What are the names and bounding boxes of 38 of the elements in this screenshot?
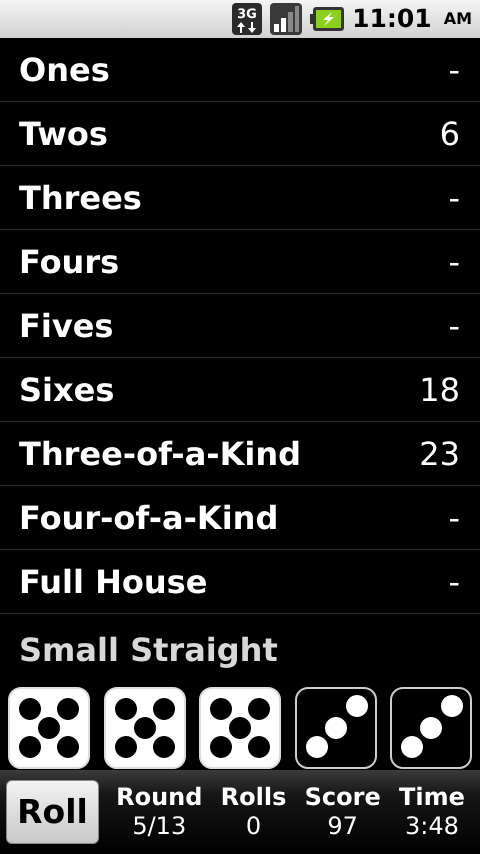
die[interactable]: [199, 686, 281, 768]
network-icon: 3G: [232, 3, 262, 35]
category-score: -: [448, 178, 460, 218]
category-score: 23: [419, 434, 460, 474]
roll-button[interactable]: Roll: [6, 780, 99, 844]
die[interactable]: [104, 686, 186, 768]
category-score: -: [448, 498, 460, 538]
stat-label: Time: [398, 783, 465, 812]
category-name[interactable]: Full House: [19, 558, 208, 606]
category-score: -: [448, 306, 460, 346]
battery-icon: [310, 7, 344, 31]
category-name[interactable]: Four-of-a-Kind: [19, 494, 278, 542]
die[interactable]: [390, 686, 472, 768]
category-score: 18: [419, 370, 460, 410]
stat-value: 5/13: [132, 812, 186, 841]
category-name[interactable]: Fives: [19, 302, 114, 350]
stat-value: 97: [327, 812, 358, 841]
category-score: -: [448, 50, 460, 90]
category-name[interactable]: Small Straight: [19, 634, 278, 666]
die[interactable]: [294, 686, 376, 768]
status-time: 11:01: [352, 3, 432, 36]
stat-value: 3:48: [404, 812, 459, 841]
category-name[interactable]: Ones: [19, 46, 110, 94]
category-name[interactable]: Threes: [19, 174, 142, 222]
signal-icon: [270, 3, 302, 35]
stat-value: 0: [246, 812, 262, 841]
category-name[interactable]: Sixes: [19, 366, 114, 414]
category-name[interactable]: Three-of-a-Kind: [19, 430, 302, 478]
stat-label: Round: [116, 783, 202, 812]
die[interactable]: [8, 686, 90, 768]
category-name[interactable]: Fours: [19, 238, 120, 286]
category-score: -: [448, 562, 460, 602]
category-name[interactable]: Twos: [19, 110, 108, 158]
status-meridiem: AM: [444, 8, 472, 30]
stat-label: Score: [304, 783, 381, 812]
category-score: -: [448, 242, 460, 282]
stat-label: Rolls: [220, 783, 286, 812]
category-score: 6: [440, 114, 460, 154]
